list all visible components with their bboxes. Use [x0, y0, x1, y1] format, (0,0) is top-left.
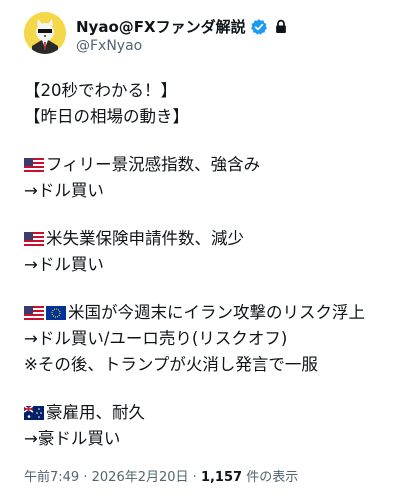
meta-separator: ·: [192, 470, 197, 485]
us-flag-icon: [24, 306, 44, 320]
post-item-text: 米失業保険申請件数、減少: [46, 229, 244, 248]
us-flag-icon: [24, 232, 44, 246]
post-text: 【20秒でわかる！】 【昨日の相場の動き】 フィリー景況感指数、強含み →ドル買…: [24, 78, 404, 452]
post-line: 【20秒でわかる！】: [24, 81, 177, 100]
post-item-text: 米国が今週末にイラン攻撃のリスク浮上: [68, 303, 365, 322]
verified-badge-icon: [250, 18, 268, 36]
user-handle[interactable]: @FxNyao: [76, 38, 142, 54]
post-line: 【昨日の相場の動き】: [24, 107, 189, 126]
views-label: 件の表示: [246, 470, 299, 485]
views-count: 1,157: [200, 470, 243, 485]
post-item: 豪雇用、耐久: [24, 400, 404, 426]
lock-icon: [272, 18, 290, 36]
us-flag-icon: [24, 158, 44, 172]
post-meta: 午前7:49 · 2026年2月20日 · 1,157 件の表示: [24, 466, 298, 485]
post-date[interactable]: 2026年2月20日: [92, 470, 189, 485]
post-item-text: フィリー景況感指数、強含み: [46, 155, 261, 174]
post-line: ※その後、トランプが火消し発言で一服: [24, 355, 318, 374]
post-item: 米国が今週末にイラン攻撃のリスク浮上: [24, 300, 404, 326]
post-line: →ドル買い/ユーロ売り(リスクオフ): [24, 329, 288, 348]
post-item: 米失業保険申請件数、減少: [24, 226, 404, 252]
post-line: →ドル買い: [24, 255, 104, 274]
post-time[interactable]: 午前7:49: [24, 470, 79, 485]
eu-flag-icon: [46, 306, 66, 320]
post-line: →豪ドル買い: [24, 429, 121, 448]
cat-avatar-icon: [24, 12, 66, 54]
post-header: Nyao@FXファンダ解説 @FxNyao: [24, 12, 404, 62]
display-name[interactable]: Nyao@FXファンダ解説: [76, 16, 246, 37]
post-item-text: 豪雇用、耐久: [46, 403, 145, 422]
post-item: フィリー景況感指数、強含み: [24, 152, 404, 178]
name-row: Nyao@FXファンダ解説: [76, 16, 290, 37]
avatar[interactable]: [24, 12, 66, 54]
au-flag-icon: [24, 406, 44, 420]
meta-separator: ·: [83, 470, 88, 485]
post-line: →ドル買い: [24, 181, 104, 200]
